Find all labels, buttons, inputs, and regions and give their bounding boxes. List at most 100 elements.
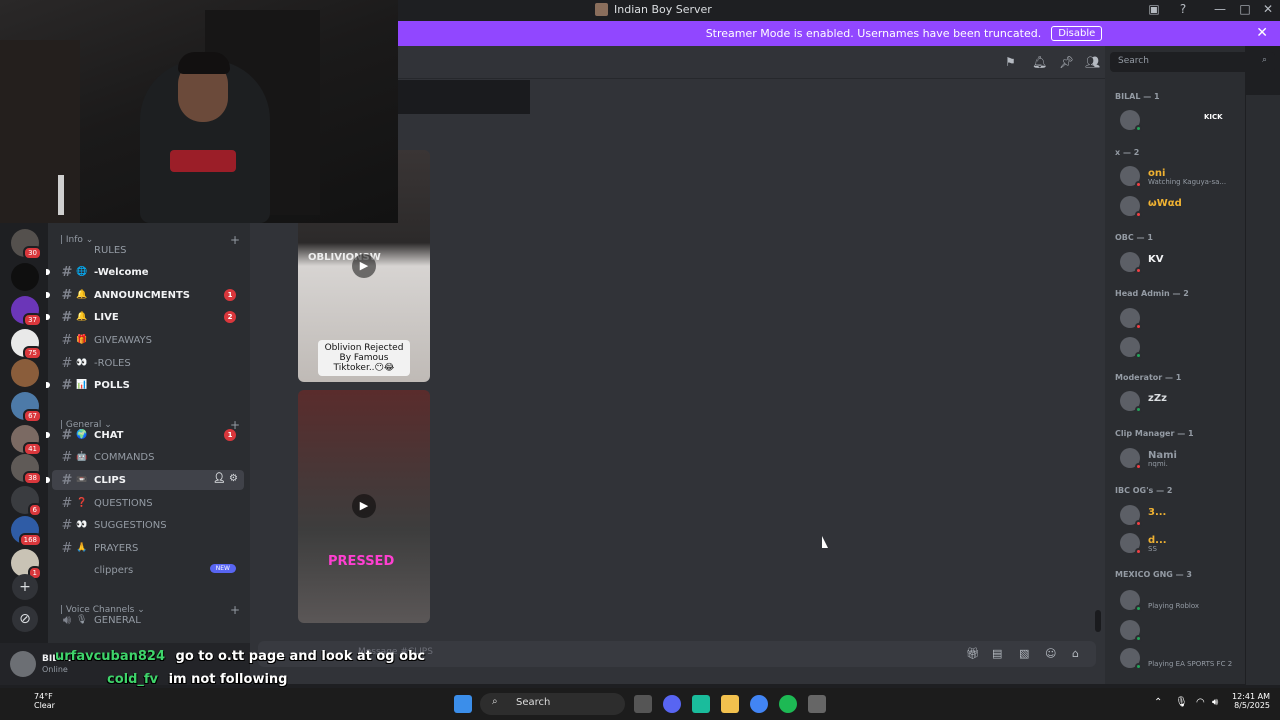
spotify-icon[interactable] <box>779 695 797 713</box>
member-item[interactable]: Playing EA SPORTS FC 2 <box>1120 646 1245 670</box>
member-item[interactable] <box>1120 618 1245 642</box>
threads-icon[interactable]: ⚑ <box>1005 55 1016 69</box>
gift-icon[interactable]: 🎁︎ <box>966 647 980 660</box>
member-item[interactable]: KICK <box>1120 108 1245 132</box>
channel-announcments[interactable]: # 🔔 ANNOUNCMENTS 1 <box>46 285 244 305</box>
avatar <box>1120 648 1142 670</box>
server-icon-10[interactable]: 168 <box>11 516 42 547</box>
member-item[interactable] <box>1120 335 1245 359</box>
microphone-icon[interactable]: 🎙︎ <box>1175 697 1188 708</box>
server-icon-7[interactable]: 41 <box>11 425 42 456</box>
sticker-icon[interactable]: ▧ <box>1019 647 1029 660</box>
server-icon-11[interactable]: 1 <box>11 549 42 580</box>
server-icon-5[interactable] <box>11 359 39 387</box>
server-icon-9[interactable]: 6 <box>11 486 42 517</box>
channel-prayers[interactable]: # 🙏 PRAYERS <box>52 538 244 558</box>
server-icon-3[interactable]: 37 <box>11 296 42 327</box>
maximize-button[interactable]: □ <box>1237 2 1253 16</box>
avatar <box>1120 337 1142 359</box>
channel-label: GENERAL <box>94 614 141 626</box>
member-item[interactable]: zZz <box>1120 389 1245 413</box>
member-list-icon[interactable]: 👥︎ <box>1085 55 1100 69</box>
app-icon[interactable] <box>808 695 826 713</box>
taskbar-search-label: Search <box>516 697 551 708</box>
member-item[interactable] <box>1120 306 1245 330</box>
role-header: BILAL — 1 <box>1115 92 1160 101</box>
server-icon-8[interactable]: 38 <box>11 454 42 485</box>
member-item[interactable]: d... SS <box>1120 531 1245 555</box>
member-activity: nqmi. <box>1148 460 1168 468</box>
discover-servers-icon[interactable]: ⊘ <box>12 606 38 632</box>
file-explorer-icon[interactable] <box>721 695 739 713</box>
member-item[interactable]: Nami nqmi. <box>1120 446 1245 470</box>
channel-chat[interactable]: # 🌍 CHAT 1 <box>46 425 244 445</box>
channel-commands[interactable]: # 🤖 COMMANDS <box>52 447 244 467</box>
tray-chevron-icon[interactable]: ⌃ <box>1154 697 1162 708</box>
minimize-button[interactable]: — <box>1212 2 1228 16</box>
task-view-icon[interactable] <box>634 695 652 713</box>
inbox-icon[interactable]: ▣ <box>1146 2 1162 16</box>
avatar <box>1120 590 1142 612</box>
add-server-button[interactable]: + <box>12 574 38 600</box>
server-icon-2[interactable] <box>11 263 39 291</box>
server-icon <box>595 3 608 16</box>
server-icon-1[interactable]: 30 <box>11 229 42 260</box>
play-icon[interactable]: ▶ <box>352 254 376 278</box>
member-item[interactable]: 3... <box>1120 503 1245 527</box>
scrollbar-thumb[interactable] <box>1095 610 1101 632</box>
channel-polls[interactable]: # 📊 POLLS <box>46 375 244 395</box>
avatar <box>1120 533 1142 555</box>
channel-clippers[interactable]: clippers NEW <box>52 560 244 580</box>
apps-icon[interactable]: ⌂ <box>1072 647 1079 660</box>
channel-questions[interactable]: # ❓ QUESTIONS <box>52 493 244 513</box>
search-input[interactable]: Search ⌕ <box>1110 52 1275 72</box>
stream-chat-line-1: urfavcuban824 go to o.tt page and look a… <box>55 649 425 664</box>
channel-settings-icon[interactable]: 👤︎ ⚙ <box>213 473 238 484</box>
avatar <box>1120 448 1142 470</box>
channel-suggestions[interactable]: # 👀 SUGGESTIONS <box>52 515 244 535</box>
wifi-icon[interactable]: ◠ <box>1196 697 1205 708</box>
chrome-icon[interactable] <box>750 695 768 713</box>
server-icon-6[interactable]: 67 <box>11 392 42 423</box>
text-channel-icon: # <box>61 332 73 348</box>
role-header: IBC OG's — 2 <box>1115 486 1173 495</box>
voice-channel-icon: 🔊︎ <box>62 612 72 628</box>
channel-welcome[interactable]: # 🌐 -Welcome <box>46 262 244 282</box>
member-item[interactable]: ωWαd <box>1120 194 1245 218</box>
video-embed-2[interactable]: ▶ PRESSED <box>298 390 430 623</box>
weather-widget[interactable]: 74°F Clear <box>12 692 55 710</box>
unread-indicator <box>46 477 50 483</box>
server-icon-4[interactable]: 75 <box>11 329 42 360</box>
disable-streamer-mode-button[interactable]: Disable <box>1051 26 1103 41</box>
text-channel-icon: # <box>61 540 73 556</box>
volume-icon[interactable]: 🔊︎ <box>1212 697 1218 708</box>
discord-app-icon[interactable] <box>663 695 681 713</box>
channel-emoji: 👀 <box>76 520 88 530</box>
notification-bell-icon[interactable]: 🔔︎ <box>1032 55 1047 69</box>
member-item[interactable]: oni Watching Kaguya-sa... <box>1120 164 1245 188</box>
app-icon[interactable] <box>692 695 710 713</box>
channel-roles[interactable]: # 👀 -ROLES <box>52 353 244 373</box>
member-item[interactable]: KV <box>1120 250 1245 274</box>
close-banner-icon[interactable]: ✕ <box>1256 25 1268 41</box>
channel-general[interactable]: 🔊︎ 🎙 GENERAL <box>52 610 244 630</box>
gif-icon[interactable]: ▤ <box>992 647 1002 660</box>
taskbar-search[interactable]: ⌕ Search <box>480 693 625 715</box>
system-clock[interactable]: 12:41 AM 8/5/2025 <box>1230 692 1270 710</box>
play-icon[interactable]: ▶ <box>352 494 376 518</box>
help-icon[interactable]: ? <box>1175 2 1191 16</box>
avatar[interactable] <box>10 651 36 677</box>
webcam-background <box>0 40 80 223</box>
channel-clips[interactable]: # 📼 CLIPS 👤︎ ⚙ <box>46 470 244 490</box>
close-window-button[interactable]: ✕ <box>1260 2 1276 16</box>
start-icon[interactable] <box>454 695 472 713</box>
channel-label: GIVEAWAYS <box>94 334 153 346</box>
channel-label: RULES <box>94 244 127 256</box>
pinned-icon[interactable]: 📌︎ <box>1059 55 1074 69</box>
channel-live[interactable]: # 🔔 LIVE 2 <box>46 307 244 327</box>
channel-rules[interactable]: RULES <box>52 240 244 260</box>
channel-giveaways[interactable]: # 🎁 GIVEAWAYS <box>52 330 244 350</box>
emoji-icon[interactable]: ☺ <box>1045 647 1056 660</box>
status-dot <box>1135 548 1142 555</box>
member-item[interactable]: Playing Roblox <box>1120 588 1245 612</box>
